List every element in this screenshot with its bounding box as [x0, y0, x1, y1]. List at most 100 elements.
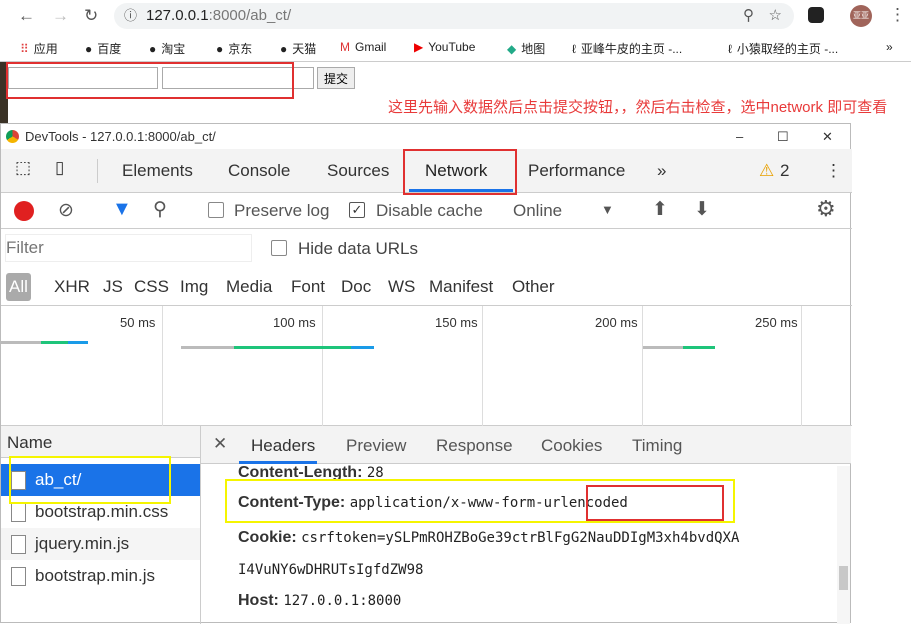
type-manifest[interactable]: Manifest — [429, 277, 493, 297]
preserve-log-label: Preserve log — [234, 201, 330, 220]
tick-label: 50 ms — [120, 315, 156, 330]
type-font[interactable]: Font — [291, 277, 325, 297]
header-name: Host: — [238, 592, 279, 609]
request-row[interactable]: jquery.min.js — [1, 528, 200, 560]
settings-gear-icon[interactable]: ⚙ — [816, 196, 836, 222]
extension-icon[interactable] — [808, 7, 824, 23]
type-js[interactable]: JS — [103, 277, 123, 297]
bookmark-apps[interactable]: ⠿ 应用 — [20, 40, 58, 57]
devtools-title: DevTools - 127.0.0.1:8000/ab_ct/ — [25, 129, 216, 144]
filter-row: Hide data URLs — [1, 229, 852, 269]
tab-cookies[interactable]: Cookies — [541, 436, 602, 456]
tab-headers[interactable]: Headers — [251, 436, 315, 456]
tab-response[interactable]: Response — [436, 436, 513, 456]
preserve-log-checkbox[interactable] — [208, 202, 224, 218]
filter-icon[interactable]: ▼ — [112, 198, 132, 221]
browser-toolbar: ← → ↻ ⓘ 127.0.0.1:8000/ab_ct/ ⚲ ☆ 亚亚 ⋮ — [0, 0, 911, 32]
scrollbar[interactable] — [837, 466, 850, 624]
device-toggle-icon[interactable]: ▯ — [55, 158, 64, 178]
download-bar — [351, 346, 374, 349]
type-xhr[interactable]: XHR — [54, 277, 90, 297]
bookmark-label: 应用 — [33, 42, 58, 56]
header-value: csrftoken=ySLPmROHZBoGe39ctrBlFgG2NauDDI… — [301, 530, 740, 546]
scrollbar-thumb[interactable] — [839, 566, 848, 590]
disable-cache-checkbox[interactable]: ✓ — [349, 202, 365, 218]
bookmark-label: 百度 — [97, 42, 122, 56]
tab-sources[interactable]: Sources — [327, 161, 389, 181]
timeline-overview[interactable]: 50 ms 100 ms 150 ms 200 ms 250 ms — [1, 306, 852, 426]
bookmark-label: 淘宝 — [161, 42, 186, 56]
chevron-down-icon[interactable]: ▼ — [601, 202, 614, 217]
tab-elements[interactable]: Elements — [122, 161, 193, 181]
address-bar[interactable]: ⓘ 127.0.0.1:8000/ab_ct/ ⚲ ☆ — [114, 3, 794, 29]
warning-count[interactable]: 2 — [780, 161, 789, 181]
tab-performance[interactable]: Performance — [528, 161, 625, 181]
bookmark-youtube[interactable]: ▶ YouTube — [414, 40, 475, 54]
bookmark-gmail[interactable]: M Gmail — [340, 40, 386, 54]
header-value: 127.0.0.1:8000 — [283, 593, 402, 609]
menu-icon[interactable]: ⋮ — [889, 5, 906, 25]
export-har-icon[interactable]: ⬇ — [694, 198, 710, 221]
bookmark-maps[interactable]: ◆ 地图 — [507, 40, 545, 57]
more-bookmarks-icon[interactable]: » — [886, 40, 893, 54]
bookmark-jd[interactable]: ● 京东 — [216, 40, 252, 57]
import-har-icon[interactable]: ⬆ — [652, 198, 668, 221]
zoom-icon[interactable]: ⚲ — [743, 3, 754, 29]
name-column-header[interactable]: Name — [1, 426, 200, 458]
globe-icon: ● — [149, 42, 157, 56]
close-icon[interactable]: ✕ — [822, 124, 833, 149]
bookmark-label: 小猿取经的主页 -... — [736, 42, 839, 56]
avatar[interactable]: 亚亚 — [850, 5, 872, 27]
close-details-icon[interactable]: ✕ — [213, 434, 227, 454]
forward-icon[interactable]: → — [52, 6, 69, 26]
back-icon[interactable]: ← — [18, 6, 35, 26]
gridline — [801, 306, 802, 426]
inspect-icon[interactable]: ⬚ — [15, 158, 31, 178]
bookmark-label: 地图 — [521, 42, 546, 56]
type-doc[interactable]: Doc — [341, 277, 371, 297]
devtools-menu-icon[interactable]: ⋮ — [825, 161, 842, 181]
maps-icon: ◆ — [507, 42, 517, 56]
warning-icon[interactable]: ⚠ — [759, 161, 774, 181]
bookmark-baidu[interactable]: ● 百度 — [85, 40, 121, 57]
highlight-box — [6, 62, 294, 99]
bookmark-taobao[interactable]: ● 淘宝 — [149, 40, 185, 57]
type-all[interactable]: All — [6, 273, 31, 301]
tab-console[interactable]: Console — [228, 161, 290, 181]
type-other[interactable]: Other — [512, 277, 555, 297]
file-icon — [11, 567, 26, 586]
bookmark-label: 天猫 — [292, 42, 317, 56]
gridline — [482, 306, 483, 426]
type-ws[interactable]: WS — [388, 277, 415, 297]
request-name: bootstrap.min.css — [35, 502, 169, 521]
record-icon[interactable] — [14, 201, 34, 221]
request-row[interactable]: bootstrap.min.js — [1, 560, 200, 592]
info-icon: ⓘ — [124, 8, 138, 23]
bookmark-user2[interactable]: ℓ 小猿取经的主页 -... — [728, 40, 838, 57]
star-icon[interactable]: ☆ — [769, 3, 782, 29]
type-img[interactable]: Img — [180, 277, 208, 297]
bookmark-user1[interactable]: ℓ 亚峰牛皮的主页 -... — [572, 40, 682, 57]
maximize-icon[interactable]: ☐ — [777, 124, 789, 149]
tab-preview[interactable]: Preview — [346, 436, 406, 456]
throttle-select[interactable]: Online — [513, 201, 562, 221]
bookmark-tmall[interactable]: ● 天猫 — [280, 40, 316, 57]
tick-label: 150 ms — [435, 315, 478, 330]
submit-button[interactable]: 提交 — [317, 67, 355, 89]
search-icon[interactable]: ⚲ — [153, 198, 167, 221]
type-css[interactable]: CSS — [134, 277, 169, 297]
minimize-icon[interactable]: – — [736, 124, 743, 149]
filter-input[interactable] — [6, 235, 251, 261]
request-name: bootstrap.min.js — [35, 566, 155, 585]
devtools-titlebar: DevTools - 127.0.0.1:8000/ab_ct/ – ☐ ✕ — [1, 124, 850, 149]
globe-icon: ● — [280, 42, 288, 56]
bookmark-label: Gmail — [355, 40, 387, 54]
reload-icon[interactable]: ↻ — [84, 6, 98, 26]
file-icon — [11, 535, 26, 554]
hide-data-urls-checkbox[interactable] — [271, 240, 287, 256]
type-media[interactable]: Media — [226, 277, 272, 297]
tab-timing[interactable]: Timing — [632, 436, 682, 456]
clear-icon[interactable]: ⊘ — [58, 199, 74, 222]
more-tabs-icon[interactable]: » — [657, 161, 666, 181]
header-host: Host: 127.0.0.1:8000 — [238, 592, 401, 610]
